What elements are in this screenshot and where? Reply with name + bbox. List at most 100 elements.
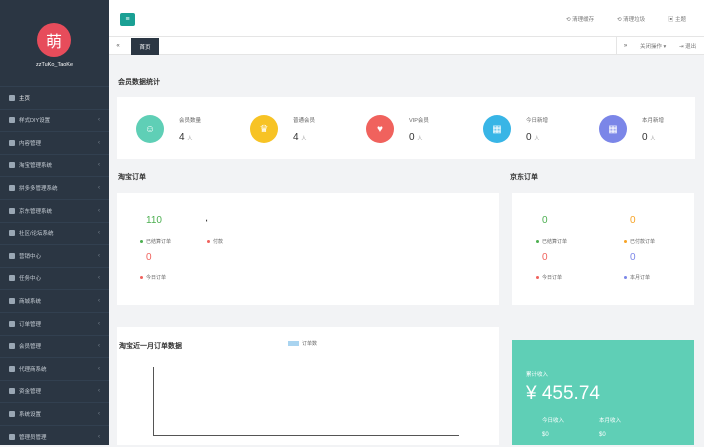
sidebar-item[interactable]: 会员管理 ‹ bbox=[0, 334, 109, 357]
income-card: 累计收入 ¥ 455.74 今日收入 $0 本月收入 $0 bbox=[512, 340, 694, 445]
sidebar-item[interactable]: 管理员管理 ‹ bbox=[0, 425, 109, 447]
taobao-today-value: 0 bbox=[146, 252, 152, 263]
sidebar-item[interactable]: 系统设置 ‹ bbox=[0, 402, 109, 424]
tab-bar: « 首页 » 关闭操作 ▾ ⇥ 退出 bbox=[109, 37, 704, 55]
member-stat: ☺ 会员数量 4 人 bbox=[136, 115, 201, 143]
jd-today-value: 0 bbox=[542, 252, 548, 263]
taobao-today-label: 今日订单 bbox=[140, 274, 166, 281]
jd-month-value: 0 bbox=[630, 252, 636, 263]
agent-icon bbox=[9, 365, 15, 372]
member-stat: ♥ VIP会员 0 人 bbox=[366, 115, 429, 143]
sidebar-item[interactable]: 拼多多管理系统 ‹ bbox=[0, 176, 109, 198]
income-total: ¥ 455.74 bbox=[526, 383, 600, 404]
theme-link[interactable]: ▣ 主题 bbox=[668, 15, 686, 23]
sidebar-item-label: 系统设置 bbox=[19, 411, 42, 418]
taobao-month-title: 淘宝近一月订单数据 bbox=[119, 343, 182, 350]
stat-icon: ♛ bbox=[250, 115, 278, 143]
chart-icon bbox=[9, 184, 15, 191]
jd-orders-card bbox=[512, 193, 694, 305]
sidebar-item-label: 管理员管理 bbox=[19, 434, 47, 441]
chevron-left-icon: ‹ bbox=[98, 275, 100, 282]
sidebar-item[interactable]: 商城系统 ‹ bbox=[0, 289, 109, 311]
sidebar-item[interactable]: 资金管理 ‹ bbox=[0, 379, 109, 402]
user-icon bbox=[9, 343, 15, 350]
sidebar-item[interactable]: 主页 bbox=[0, 86, 109, 108]
sidebar-item-label: 营销中心 bbox=[19, 253, 42, 260]
sidebar-item-label: 社区/论坛系统 bbox=[19, 231, 54, 238]
jd-orders-title: 京东订单 bbox=[510, 174, 538, 181]
exit-link[interactable]: ⇥ 退出 bbox=[679, 42, 696, 50]
money-icon bbox=[9, 388, 15, 395]
sidebar-item-label: 样式DIY设置 bbox=[19, 118, 51, 125]
sidebar-item[interactable]: 京东管理系统 ‹ bbox=[0, 199, 109, 221]
chevron-left-icon: ‹ bbox=[98, 343, 100, 350]
stat-text: 普通会员 4 人 bbox=[293, 116, 315, 143]
stat-label: 会员数量 bbox=[179, 117, 202, 124]
chevron-left-icon: ‹ bbox=[98, 365, 100, 372]
legend-swatch bbox=[288, 341, 299, 347]
sidebar-item[interactable]: 淘宝管理系统 ‹ bbox=[0, 153, 109, 176]
chevron-left-icon: ‹ bbox=[98, 184, 100, 191]
taobao-paid-label: 付款 bbox=[207, 238, 223, 245]
username: zzTuKo_TaoKe bbox=[35, 62, 74, 68]
document-icon bbox=[9, 139, 15, 146]
chevron-left-icon: ‹ bbox=[98, 117, 100, 124]
chart-legend[interactable]: 订单数 bbox=[288, 340, 317, 347]
jd-paid-label: 已付款订单 bbox=[624, 238, 655, 245]
sidebar-item-label: 任务中心 bbox=[19, 276, 42, 283]
task-icon bbox=[9, 275, 15, 282]
chevron-left-icon: ‹ bbox=[98, 252, 100, 259]
sidebar-item[interactable]: 样式DIY设置 ‹ bbox=[0, 108, 109, 131]
taobao-orders-title: 淘宝订单 bbox=[118, 174, 146, 181]
income-title: 累计收入 bbox=[526, 372, 549, 378]
close-ops-dropdown[interactable]: 关闭操作 ▾ bbox=[640, 42, 666, 50]
stat-text: 今日新增 0 人 bbox=[526, 116, 548, 143]
jd-settled-value: 0 bbox=[542, 215, 548, 226]
stat-value: 0 人 bbox=[642, 131, 656, 143]
chevron-left-icon: ‹ bbox=[98, 297, 100, 304]
chevron-left-icon: ‹ bbox=[98, 207, 100, 214]
tab-next-button[interactable]: » bbox=[616, 37, 634, 55]
stat-label: 普通会员 bbox=[293, 117, 316, 124]
sidebar-item-label: 代理商系统 bbox=[19, 366, 47, 373]
income-today-label: 今日收入 bbox=[542, 418, 565, 424]
jd-settled-label: 已结算订单 bbox=[536, 238, 567, 245]
chevron-left-icon: ‹ bbox=[98, 410, 100, 417]
stat-icon: ▦ bbox=[483, 115, 511, 143]
clear-data-link[interactable]: ⟲ 清理垃圾 bbox=[617, 15, 645, 23]
stat-icon: ♥ bbox=[366, 115, 394, 143]
chevron-left-icon: ‹ bbox=[98, 230, 100, 237]
sidebar-item[interactable]: 任务中心 ‹ bbox=[0, 266, 109, 289]
top-bar: ≡ ⟲ 清理缓存 ⟲ 清理垃圾 ▣ 主题 bbox=[109, 0, 704, 37]
menu-toggle-button[interactable]: ≡ bbox=[120, 13, 135, 26]
palette-icon bbox=[9, 117, 15, 124]
income-month-value: $0 bbox=[599, 432, 606, 438]
tab-home[interactable]: 首页 bbox=[131, 38, 159, 55]
shop-icon bbox=[9, 297, 15, 304]
sidebar-item-label: 淘宝管理系统 bbox=[19, 163, 53, 170]
chevron-left-icon: ‹ bbox=[98, 139, 100, 146]
sidebar-item-label: 会员管理 bbox=[19, 344, 42, 351]
sidebar-item[interactable]: 订单管理 ‹ bbox=[0, 312, 109, 334]
stat-value: 0 人 bbox=[526, 131, 540, 143]
sidebar-item[interactable]: 内容管理 ‹ bbox=[0, 131, 109, 153]
sidebar: 萌 zzTuKo_TaoKe 主页 样式DIY设置 ‹ 内容管理 ‹ 淘宝管理系统 ‹ 拼多多… bbox=[0, 0, 109, 445]
stat-text: 会员数量 4 人 bbox=[179, 116, 201, 143]
clear-cache-link[interactable]: ⟲ 清理缓存 bbox=[566, 15, 594, 23]
sidebar-item[interactable]: 代理商系统 ‹ bbox=[0, 357, 109, 379]
jd-today-label: 今日订单 bbox=[536, 274, 562, 281]
avatar[interactable]: 萌 bbox=[37, 23, 71, 57]
chart-y-axis bbox=[153, 367, 154, 435]
sidebar-item-label: 商城系统 bbox=[19, 298, 42, 305]
stat-label: VIP会员 bbox=[409, 117, 429, 124]
sidebar-item-label: 主页 bbox=[19, 95, 31, 102]
taobao-settled-value: 110 bbox=[146, 215, 162, 226]
order-icon bbox=[9, 320, 15, 327]
stat-text: VIP会员 0 人 bbox=[409, 116, 429, 143]
sidebar-item[interactable]: 社区/论坛系统 ‹ bbox=[0, 221, 109, 244]
tab-prev-button[interactable]: « bbox=[109, 37, 127, 55]
stat-icon: ▦ bbox=[599, 115, 627, 143]
sidebar-item[interactable]: 营销中心 ‹ bbox=[0, 244, 109, 266]
chevron-left-icon: ‹ bbox=[98, 388, 100, 395]
sidebar-item-label: 资金管理 bbox=[19, 389, 42, 396]
